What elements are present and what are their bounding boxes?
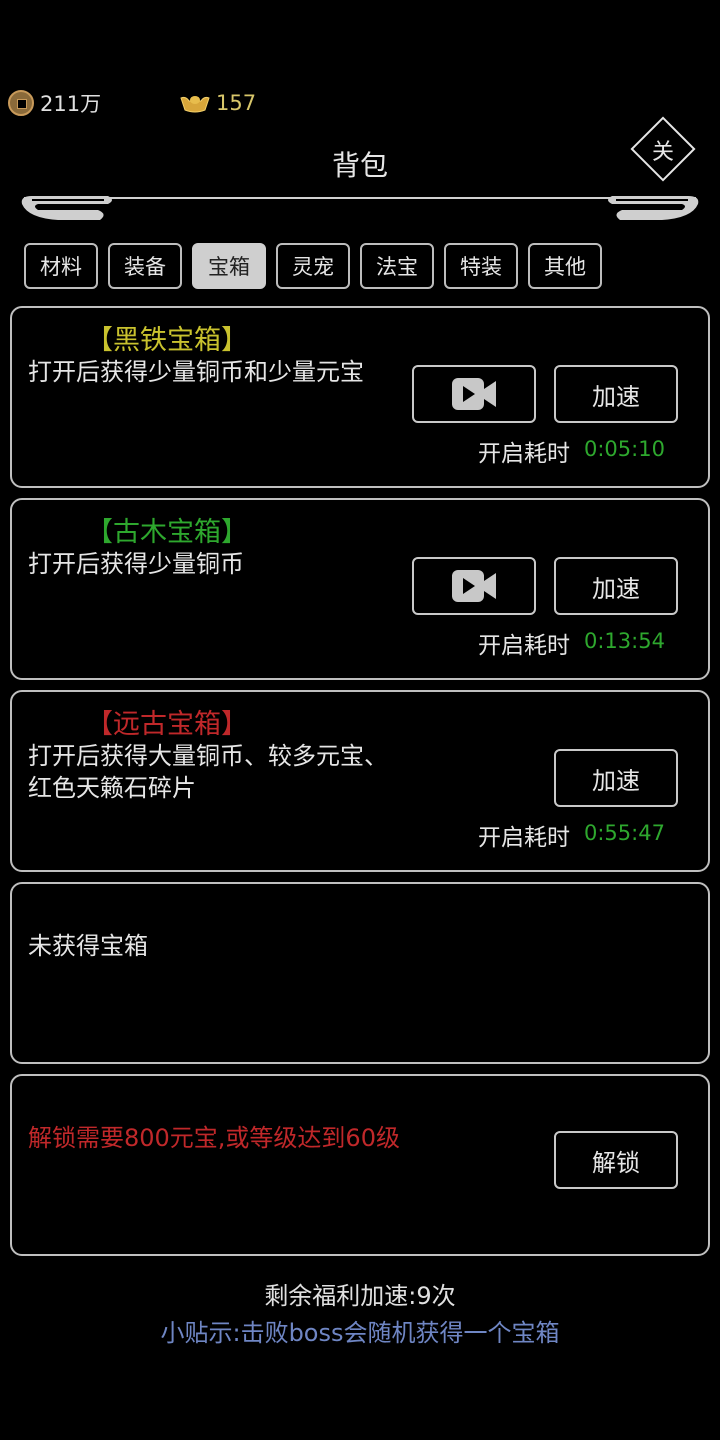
locked-chest-slot: 解锁需要800元宝,或等级达到60级 解锁: [10, 1074, 710, 1256]
gold-ingot-icon: [180, 96, 210, 113]
chest-description: 打开后获得少量铜币: [28, 550, 244, 578]
coins-value: 211万: [40, 92, 102, 116]
speed-up-button[interactable]: 加速: [554, 749, 678, 807]
speed-up-button[interactable]: 加速: [554, 557, 678, 615]
tip-text: 小贴示:击败boss会随机获得一个宝箱: [160, 1319, 560, 1347]
tab-special-gear[interactable]: 特装: [444, 243, 518, 289]
chest-card-primordial: 【远古宝箱】 打开后获得大量铜币、较多元宝、 红色天籁石碎片 加速 开启耗时 0…: [10, 690, 710, 872]
open-timer: 0:55:47: [584, 821, 665, 845]
title-divider-ornament: [21, 196, 699, 220]
page-title: 背包: [331, 149, 388, 182]
chest-description: 打开后获得少量铜币和少量元宝: [28, 358, 364, 386]
empty-slot-text: 未获得宝箱: [28, 932, 148, 960]
close-button[interactable]: 关: [630, 116, 696, 182]
open-time-label: 开启耗时: [478, 825, 570, 851]
chest-card-ancient-wood: 【古木宝箱】 打开后获得少量铜币 加速 开启耗时 0:13:54: [10, 498, 710, 680]
unlock-requirement-text: 解锁需要800元宝,或等级达到60级: [28, 1124, 400, 1152]
copper-coin-icon: [8, 90, 34, 116]
video-camera-icon: [452, 378, 496, 410]
chest-description-line2: 红色天籁石碎片: [28, 774, 196, 802]
open-time-label: 开启耗时: [478, 441, 570, 467]
unlock-button[interactable]: 解锁: [554, 1131, 678, 1189]
open-timer: 0:13:54: [584, 629, 665, 653]
tab-equipment[interactable]: 装备: [108, 243, 182, 289]
category-tabs: 材料 装备 宝箱 灵宠 法宝 特装 其他: [24, 243, 602, 289]
close-label: 关: [651, 140, 674, 165]
tab-materials[interactable]: 材料: [24, 243, 98, 289]
chest-name: 【黑铁宝箱】: [86, 325, 248, 356]
yuanbao-value: 157: [216, 91, 257, 115]
chest-description-line1: 打开后获得大量铜币、较多元宝、: [28, 742, 388, 770]
open-timer: 0:05:10: [584, 437, 665, 461]
chest-card-black-iron: 【黑铁宝箱】 打开后获得少量铜币和少量元宝 加速 开启耗时 0:05:10: [10, 306, 710, 488]
empty-chest-slot: 未获得宝箱: [10, 882, 710, 1064]
remaining-speedups-text: 剩余福利加速:9次: [264, 1282, 456, 1310]
chest-name: 【古木宝箱】: [86, 517, 248, 548]
tab-others[interactable]: 其他: [528, 243, 602, 289]
coins-display: 211万: [8, 86, 101, 120]
open-time-label: 开启耗时: [478, 633, 570, 659]
watch-video-button[interactable]: [412, 557, 536, 615]
chest-name: 【远古宝箱】: [86, 709, 248, 740]
tab-treasures[interactable]: 法宝: [360, 243, 434, 289]
watch-video-button[interactable]: [412, 365, 536, 423]
tab-chests[interactable]: 宝箱: [192, 243, 266, 289]
speed-up-button[interactable]: 加速: [554, 365, 678, 423]
tab-pets[interactable]: 灵宠: [276, 243, 350, 289]
yuanbao-display: 157: [180, 86, 256, 120]
video-camera-icon: [452, 570, 496, 602]
